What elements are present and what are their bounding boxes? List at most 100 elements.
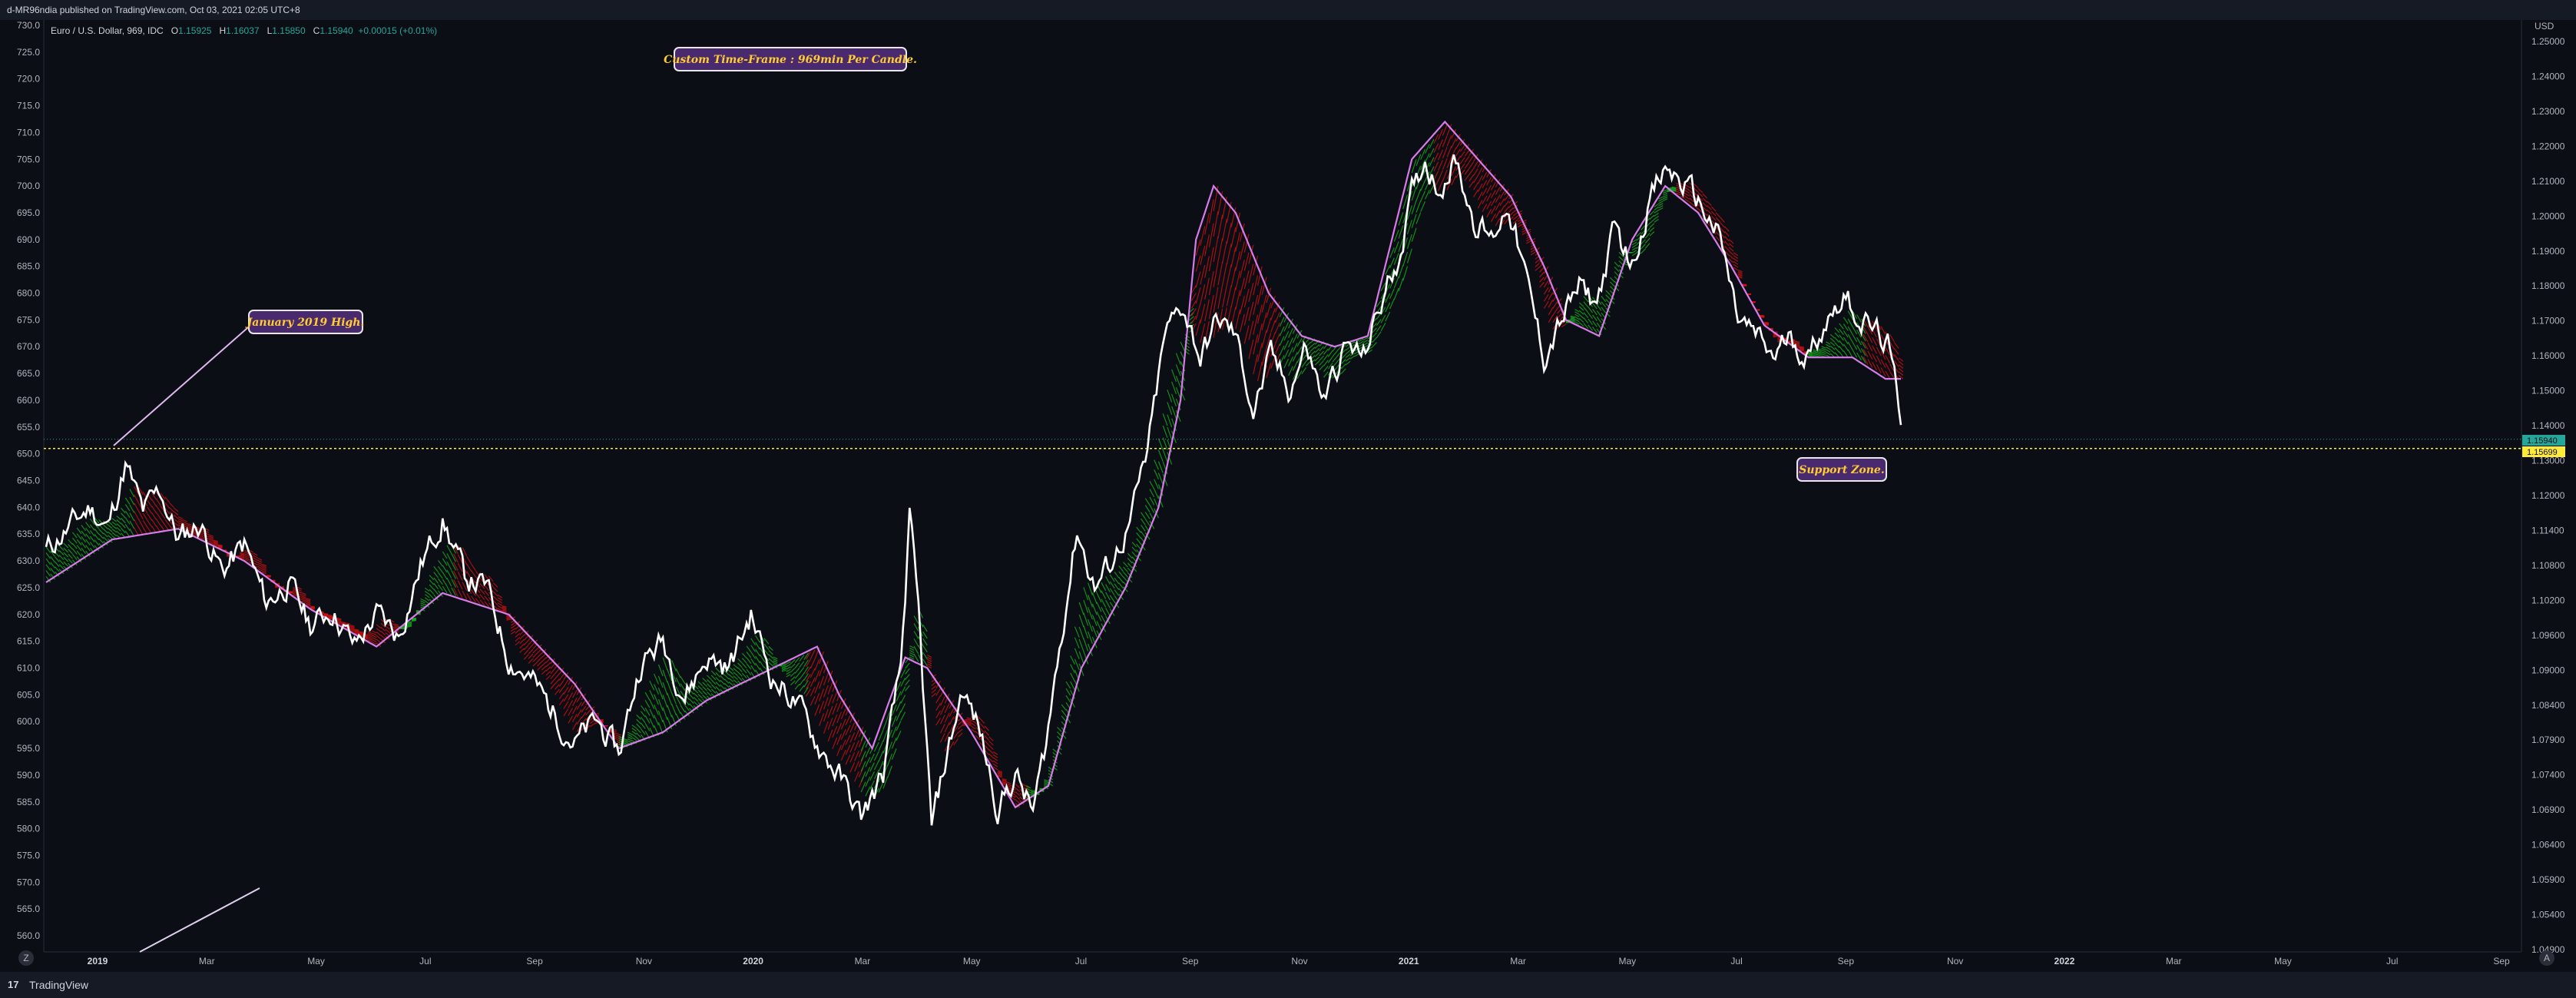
tradingview-logo-icon[interactable]: 17 (8, 972, 18, 998)
jan-high-annotation[interactable]: January 2019 High. (113, 310, 364, 446)
ribbon-band (728, 670, 734, 675)
ribbon-band (1213, 287, 1219, 313)
ribbon-band (858, 737, 864, 748)
ribbon-band (1213, 261, 1219, 287)
ribbon-band (1292, 361, 1298, 371)
ribbon-band (1057, 731, 1062, 737)
ribbon-band (55, 556, 60, 562)
right-tick-label: 1.15000 (2531, 386, 2565, 396)
ribbon-band (1543, 287, 1549, 295)
ribbon-band (1253, 334, 1259, 355)
left-tick-label: 570.0 (17, 877, 40, 887)
ribbon-band (1885, 355, 1891, 363)
ribbon-band (913, 653, 919, 662)
ribbon-band (537, 652, 542, 658)
ribbon-band (89, 530, 95, 537)
ribbon-band (1101, 582, 1107, 592)
ribbon-band (1847, 333, 1853, 343)
ribbon-band (1592, 303, 1598, 310)
ribbon-band (1473, 167, 1478, 176)
ribbon-band (1398, 277, 1404, 292)
ribbon-band (1208, 295, 1214, 320)
ribbon-band (107, 528, 113, 532)
ribbon-band (944, 722, 950, 733)
ribbon-band (1270, 320, 1276, 333)
ribbon-band (1078, 626, 1084, 640)
ribbon-band (1872, 337, 1878, 346)
ribbon-band (1127, 562, 1133, 569)
ribbon-band (376, 638, 382, 644)
ribbon-band (1065, 688, 1071, 696)
ribbon-band (935, 688, 942, 696)
ribbon-band (85, 522, 91, 529)
ribbon-band (1141, 531, 1146, 539)
right-tick-label: 1.12000 (2531, 490, 2565, 501)
ribbon-band (707, 683, 712, 688)
ribbon-band (1123, 562, 1128, 568)
ribbon-band (1385, 293, 1391, 303)
right-price-scale[interactable]: USD 1.25000 1.24000 1.23000 1.22000 1.21000 1… (2531, 21, 2565, 955)
timeframe-annotation[interactable]: Custom Time-Frame : 969min Per Candle. (664, 47, 917, 71)
ribbon-band (1141, 518, 1146, 526)
ribbon-band (1141, 524, 1146, 532)
ribbon-band (1649, 218, 1655, 224)
ribbon-band (900, 703, 906, 712)
ribbon-band (1596, 310, 1602, 317)
ribbon-band (1230, 227, 1237, 247)
ribbon-band (1283, 358, 1290, 369)
ribbon-band (854, 740, 859, 751)
ribbon-band (1829, 341, 1836, 346)
ribbon-band (662, 695, 668, 708)
ribbon-band (1230, 247, 1237, 267)
left-tick-label: 725.0 (17, 47, 40, 58)
ribbon-band (1109, 574, 1115, 582)
ribbon-band (992, 757, 998, 761)
ribbon-band (1157, 461, 1164, 473)
ribbon-band (1091, 625, 1098, 638)
ribbon-band (1872, 345, 1878, 354)
ribbon-band (675, 668, 681, 678)
ribbon-band (1195, 303, 1201, 320)
ribbon-band (1402, 251, 1409, 267)
ribbon-band (1235, 251, 1241, 271)
ribbon-band (68, 558, 73, 564)
ribbon-band (367, 632, 372, 636)
ribbon-band (98, 529, 104, 535)
support-annotation[interactable]: Support Zone. (1796, 457, 1887, 482)
ribbon-band (799, 678, 805, 686)
ribbon-band (462, 582, 468, 592)
ribbon-band (1204, 277, 1210, 300)
ribbon-band (1676, 191, 1681, 194)
ribbon-band (558, 692, 565, 700)
ribbon-band (1208, 223, 1214, 247)
ribbon-band (1175, 386, 1181, 400)
price-chart[interactable]: 730.0 725.0 720.0 715.0 710.0 705.0 700.0 695.0… (0, 20, 2576, 972)
ribbon-band (832, 691, 838, 704)
ribbon-band (832, 725, 838, 738)
left-price-scale[interactable]: 730.0 725.0 720.0 715.0 710.0 705.0 700.0 695.0… (17, 20, 40, 941)
ribbon-band (1385, 265, 1391, 275)
ribbon-band (1889, 334, 1895, 343)
ribbon-band (1310, 350, 1316, 356)
ribbon-band (457, 572, 463, 581)
ribbon-band (111, 521, 118, 526)
ribbon-band (896, 711, 902, 721)
ribbon-band (1614, 266, 1620, 273)
ribbon-band (1393, 241, 1399, 254)
ribbon-band (1641, 244, 1646, 250)
ribbon-band (1195, 255, 1201, 272)
ribbon-band (1468, 155, 1475, 163)
ribbon-band (768, 661, 773, 667)
ribbon-band (957, 728, 963, 734)
ribbon-band (1200, 226, 1206, 246)
ribbon-band (1149, 496, 1155, 506)
ribbon-band (1204, 256, 1210, 278)
ribbon-band (1319, 350, 1324, 356)
time-scale[interactable]: 2019 Mar May Jul Sep Nov 2020 Mar May Jul Sep Nov 20… (88, 956, 2510, 967)
ribbon-band (1070, 655, 1075, 665)
ribbon-band (854, 761, 859, 772)
ribbon-band (50, 556, 55, 563)
ribbon-band (631, 728, 637, 732)
ribbon-band (1728, 250, 1734, 256)
ribbon-band (922, 652, 928, 660)
